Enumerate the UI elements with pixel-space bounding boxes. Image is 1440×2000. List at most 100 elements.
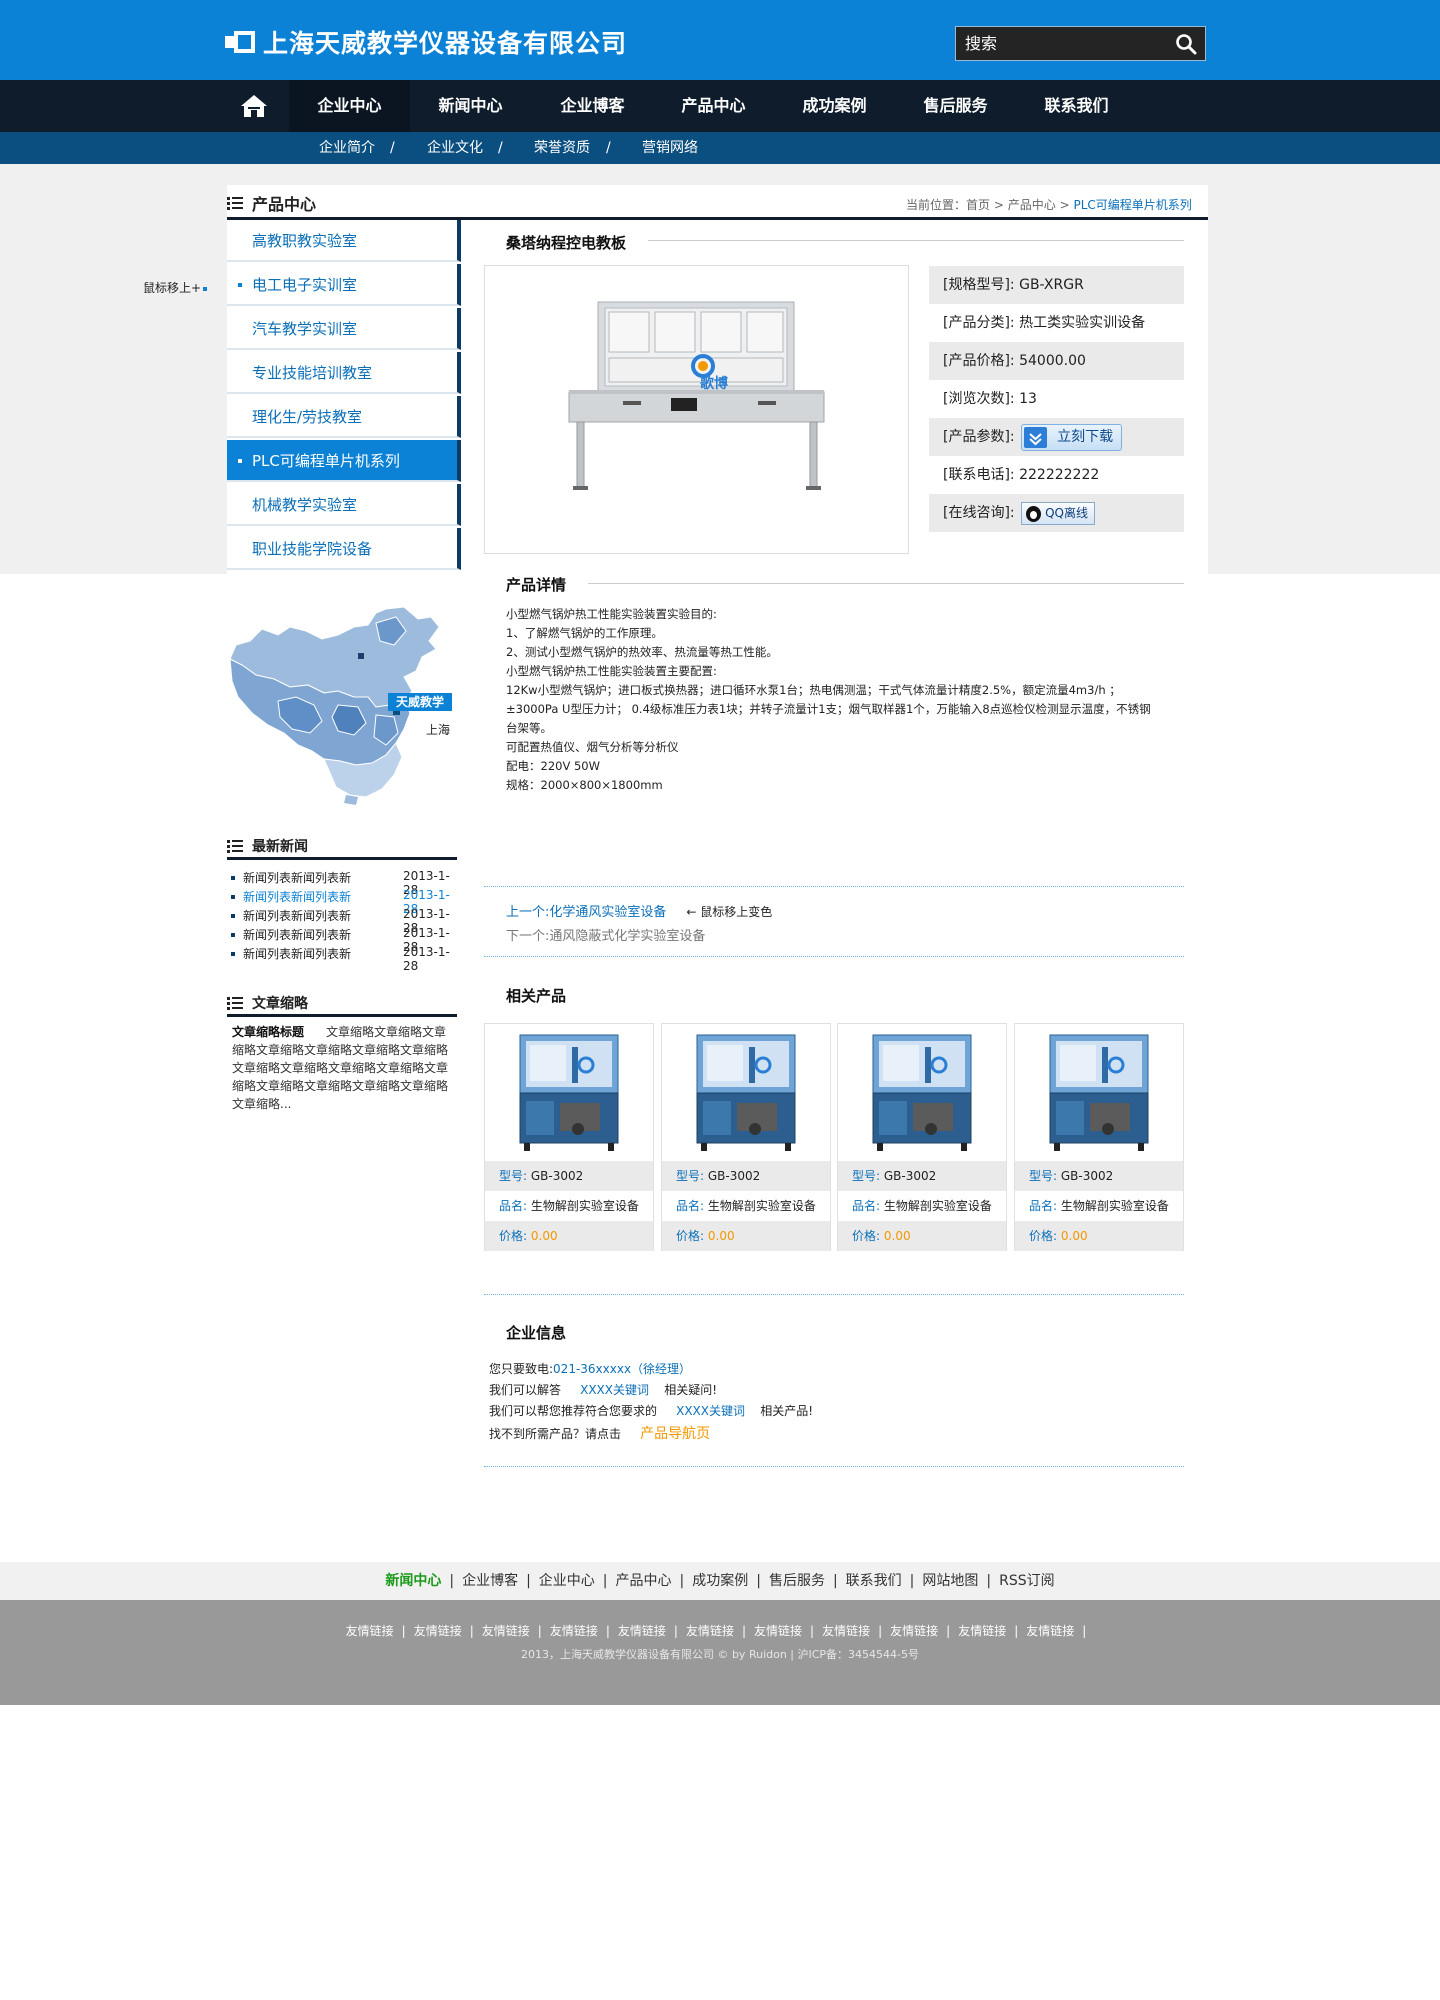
- footer-nav-item[interactable]: 产品中心: [616, 1573, 672, 1589]
- hover-annotation: 鼠标移上+: [143, 279, 208, 296]
- search-input[interactable]: [956, 27, 1166, 60]
- sidebar-item-electrical[interactable]: 电工电子实训室: [227, 264, 461, 306]
- map-badge: 天威教学: [388, 693, 452, 711]
- friend-link[interactable]: 友情链接: [618, 1624, 666, 1638]
- news-title: 最新新闻: [227, 835, 457, 857]
- related-product-card[interactable]: 型号: GB-3002 品名: 生物解剖实验室设备 价格: 0.00: [1014, 1023, 1184, 1251]
- company-info-line1: 您只要致电:021-36xxxxx（徐经理）: [489, 1362, 692, 1376]
- related-product-card[interactable]: 型号: GB-3002 品名: 生物解剖实验室设备 价格: 0.00: [661, 1023, 831, 1251]
- breadcrumb-products[interactable]: 产品中心: [1008, 198, 1056, 212]
- news-item[interactable]: 新闻列表新闻列表新 2013-1-28: [231, 926, 461, 954]
- footer-nav-item[interactable]: 新闻中心: [385, 1573, 441, 1589]
- separator: |: [741, 1624, 747, 1638]
- separator: |: [810, 1624, 815, 1638]
- footer-nav-item[interactable]: 联系我们: [846, 1573, 902, 1589]
- label: 品名:: [852, 1199, 881, 1213]
- sidebar-item-plc[interactable]: PLC可编程单片机系列: [227, 440, 461, 482]
- chevron-right-icon: >: [1059, 198, 1074, 212]
- sidebar-item-vocational[interactable]: 职业技能学院设备: [227, 528, 461, 570]
- footer-nav-item[interactable]: 企业中心: [539, 1573, 595, 1589]
- label: 型号:: [852, 1169, 881, 1183]
- footer-nav-item[interactable]: 网站地图: [922, 1573, 978, 1589]
- sidebar-item-auto[interactable]: 汽车教学实训室: [227, 308, 461, 350]
- friend-link[interactable]: 友情链接: [482, 1624, 530, 1638]
- friend-link[interactable]: 友情链接: [890, 1624, 938, 1638]
- subnav-item-network[interactable]: 营销网络: [642, 132, 698, 164]
- friend-link[interactable]: 友情链接: [550, 1624, 598, 1638]
- logo-icon: [225, 31, 255, 53]
- label: 型号:: [499, 1169, 528, 1183]
- site-header: [0, 0, 1440, 80]
- label: 品名:: [676, 1199, 705, 1213]
- friend-link[interactable]: 友情链接: [822, 1624, 870, 1638]
- sidebar-item-mechanical[interactable]: 机械教学实验室: [227, 484, 461, 526]
- news-item[interactable]: 新闻列表新闻列表新 2013-1-28: [231, 907, 461, 935]
- footer-nav-item[interactable]: RSS订阅: [999, 1573, 1055, 1589]
- abstract-heading: 文章缩略标题: [232, 1025, 305, 1039]
- abstract-text[interactable]: 文章缩略标题 文章缩略文章缩略文章缩略文章缩略文章缩略文章缩略文章缩略文章缩略文章…: [232, 1023, 457, 1113]
- separator: |: [673, 1624, 678, 1638]
- next-link[interactable]: 下一个:通风隐蔽式化学实验室设备: [506, 925, 705, 944]
- bullet-icon: [231, 952, 235, 956]
- prev-link[interactable]: 上一个:化学通风实验室设备 ← 鼠标移上变色: [506, 901, 772, 920]
- dotted-divider: [484, 1466, 1184, 1467]
- china-map[interactable]: 天威教学 上海: [226, 605, 461, 805]
- sidebar-item-higher-ed[interactable]: 高教职教实验室: [227, 220, 461, 262]
- friend-link[interactable]: 友情链接: [686, 1624, 734, 1638]
- nav-item-news[interactable]: 新闻中心: [410, 80, 531, 132]
- related-product-image: [1049, 1034, 1149, 1151]
- separator: |: [946, 1624, 951, 1638]
- friend-link[interactable]: 友情链接: [414, 1624, 462, 1638]
- subnav-item-intro[interactable]: 企业简介: [319, 132, 375, 164]
- keyword-link[interactable]: XXXX关键词: [676, 1404, 745, 1418]
- dotted-divider: [484, 1294, 1184, 1295]
- sidebar-item-science[interactable]: 理化生/劳技教室: [227, 396, 461, 438]
- keyword-link[interactable]: XXXX关键词: [580, 1383, 649, 1397]
- footer-nav-item[interactable]: 企业博客: [462, 1573, 518, 1589]
- subnav-separator: /: [606, 140, 611, 156]
- news-item[interactable]: 新闻列表新闻列表新 2013-1-28: [231, 945, 461, 973]
- product-photo: 歌博: [568, 301, 825, 490]
- friend-link[interactable]: 友情链接: [958, 1624, 1006, 1638]
- nav-item-blog[interactable]: 企业博客: [532, 80, 653, 132]
- home-button[interactable]: [225, 80, 283, 132]
- nav-item-service[interactable]: 售后服务: [895, 80, 1016, 132]
- phone-link[interactable]: 021-36xxxxx（徐经理）: [553, 1362, 691, 1376]
- footer-nav-item[interactable]: 售后服务: [769, 1573, 825, 1589]
- nav-item-enterprise[interactable]: 企业中心: [289, 80, 410, 132]
- related-product-card[interactable]: 型号: GB-3002 品名: 生物解剖实验室设备 价格: 0.00: [484, 1023, 654, 1251]
- friend-link[interactable]: 友情链接: [1026, 1624, 1074, 1638]
- separator: |: [602, 1573, 608, 1589]
- product-nav-link[interactable]: 产品导航页: [640, 1426, 710, 1442]
- related-product-card[interactable]: 型号: GB-3002 品名: 生物解剖实验室设备 价格: 0.00: [837, 1023, 1007, 1251]
- company-logo[interactable]: 上海天威教学仪器设备有限公司: [225, 24, 627, 60]
- search-icon[interactable]: [1175, 33, 1197, 55]
- friend-link[interactable]: 友情链接: [754, 1624, 802, 1638]
- breadcrumb-current[interactable]: PLC可编程单片机系列: [1073, 198, 1191, 212]
- list-icon: [227, 839, 243, 853]
- nav-item-contact[interactable]: 联系我们: [1016, 80, 1137, 132]
- nav-item-cases[interactable]: 成功案例: [774, 80, 895, 132]
- hover-annotation: ← 鼠标移上变色: [686, 905, 773, 919]
- qq-button[interactable]: QQ离线: [1021, 501, 1096, 525]
- sidebar-item-skills[interactable]: 专业技能培训教室: [227, 352, 461, 394]
- abstract-title: 文章缩略: [227, 992, 457, 1014]
- label: 型号:: [676, 1169, 705, 1183]
- product-image[interactable]: 歌博: [484, 265, 909, 554]
- download-button[interactable]: 立刻下载: [1021, 423, 1123, 451]
- label: 价格:: [852, 1229, 881, 1243]
- footer-nav: 新闻中心 | 企业博客 | 企业中心 | 产品中心 | 成功案例 | 售后服务 | 联系我们 | 网站地图 |…: [0, 1562, 1440, 1600]
- bullet-icon: [231, 895, 235, 899]
- dotted-divider: [484, 956, 1184, 957]
- footer-nav-item[interactable]: 成功案例: [692, 1573, 748, 1589]
- news-item[interactable]: 新闻列表新闻列表新 2013-1-28: [231, 888, 461, 916]
- sidebar-title: 产品中心: [227, 190, 457, 216]
- friend-link[interactable]: 友情链接: [346, 1624, 394, 1638]
- company-info-line3: 我们可以帮您推荐符合您要求的 XXXX关键词 相关产品!: [489, 1404, 814, 1418]
- news-item[interactable]: 新闻列表新闻列表新 2013-1-28: [231, 869, 461, 897]
- nav-item-products[interactable]: 产品中心: [653, 80, 774, 132]
- separator: |: [832, 1573, 838, 1589]
- subnav-item-culture[interactable]: 企业文化: [427, 132, 483, 164]
- subnav-item-honors[interactable]: 荣誉资质: [534, 132, 590, 164]
- breadcrumb-home[interactable]: 首页: [966, 198, 990, 212]
